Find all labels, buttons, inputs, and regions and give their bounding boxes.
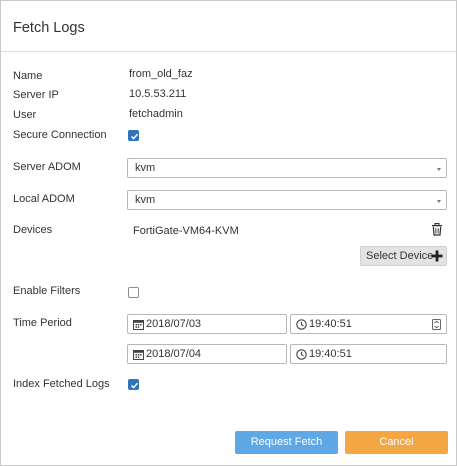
select-device-button[interactable]: Select Device <box>360 246 447 266</box>
secure-connection-label: Secure Connection <box>13 129 107 141</box>
header-divider <box>1 51 456 52</box>
server-ip-value: 10.5.53.211 <box>129 88 187 100</box>
request-fetch-button[interactable]: Request Fetch <box>235 431 338 454</box>
start-time-input[interactable]: 19:40:51 <box>290 314 447 334</box>
trash-icon[interactable] <box>431 223 443 236</box>
checkmark-icon <box>130 133 139 140</box>
end-date-input[interactable]: 2018/07/04 <box>127 344 287 364</box>
dialog-title: Fetch Logs <box>13 20 85 36</box>
start-date-input[interactable]: 2018/07/03 <box>127 314 287 334</box>
device-item: FortiGate-VM64-KVM <box>133 225 239 237</box>
user-label: User <box>13 109 37 121</box>
calendar-icon <box>133 320 144 330</box>
server-adom-label: Server ADOM <box>13 161 81 173</box>
plus-icon <box>431 250 443 262</box>
enable-filters-checkbox[interactable] <box>128 287 139 298</box>
checkmark-icon <box>130 382 139 389</box>
user-value: fetchadmin <box>129 108 183 120</box>
end-time-value: 19:40:51 <box>309 348 352 360</box>
select-device-label: Select Device <box>366 250 434 262</box>
name-value: from_old_faz <box>129 68 193 80</box>
fetch-logs-dialog: Fetch Logs Name from_old_faz Server IP 1… <box>0 0 457 466</box>
clock-icon <box>296 349 307 360</box>
local-adom-label: Local ADOM <box>13 193 75 205</box>
dropdown-caret-icon <box>437 168 441 171</box>
end-time-input[interactable]: 19:40:51 <box>290 344 447 364</box>
index-fetched-logs-label: Index Fetched Logs <box>13 378 110 390</box>
spinner-icon[interactable] <box>432 319 441 330</box>
name-label: Name <box>13 70 43 82</box>
server-adom-select[interactable]: kvm <box>127 158 447 178</box>
start-date-value: 2018/07/03 <box>146 318 202 330</box>
secure-connection-checkbox[interactable] <box>128 130 139 141</box>
local-adom-selected: kvm <box>135 194 156 206</box>
dropdown-caret-icon <box>437 200 441 203</box>
devices-label: Devices <box>13 224 53 236</box>
server-ip-label: Server IP <box>13 89 59 101</box>
clock-icon <box>296 319 307 330</box>
local-adom-select[interactable]: kvm <box>127 190 447 210</box>
time-period-label: Time Period <box>13 317 72 329</box>
index-fetched-logs-checkbox[interactable] <box>128 379 139 390</box>
start-time-value: 19:40:51 <box>309 318 352 330</box>
cancel-button[interactable]: Cancel <box>345 431 448 454</box>
server-adom-selected: kvm <box>135 162 156 174</box>
calendar-icon <box>133 350 144 360</box>
end-date-value: 2018/07/04 <box>146 348 202 360</box>
enable-filters-label: Enable Filters <box>13 285 81 297</box>
